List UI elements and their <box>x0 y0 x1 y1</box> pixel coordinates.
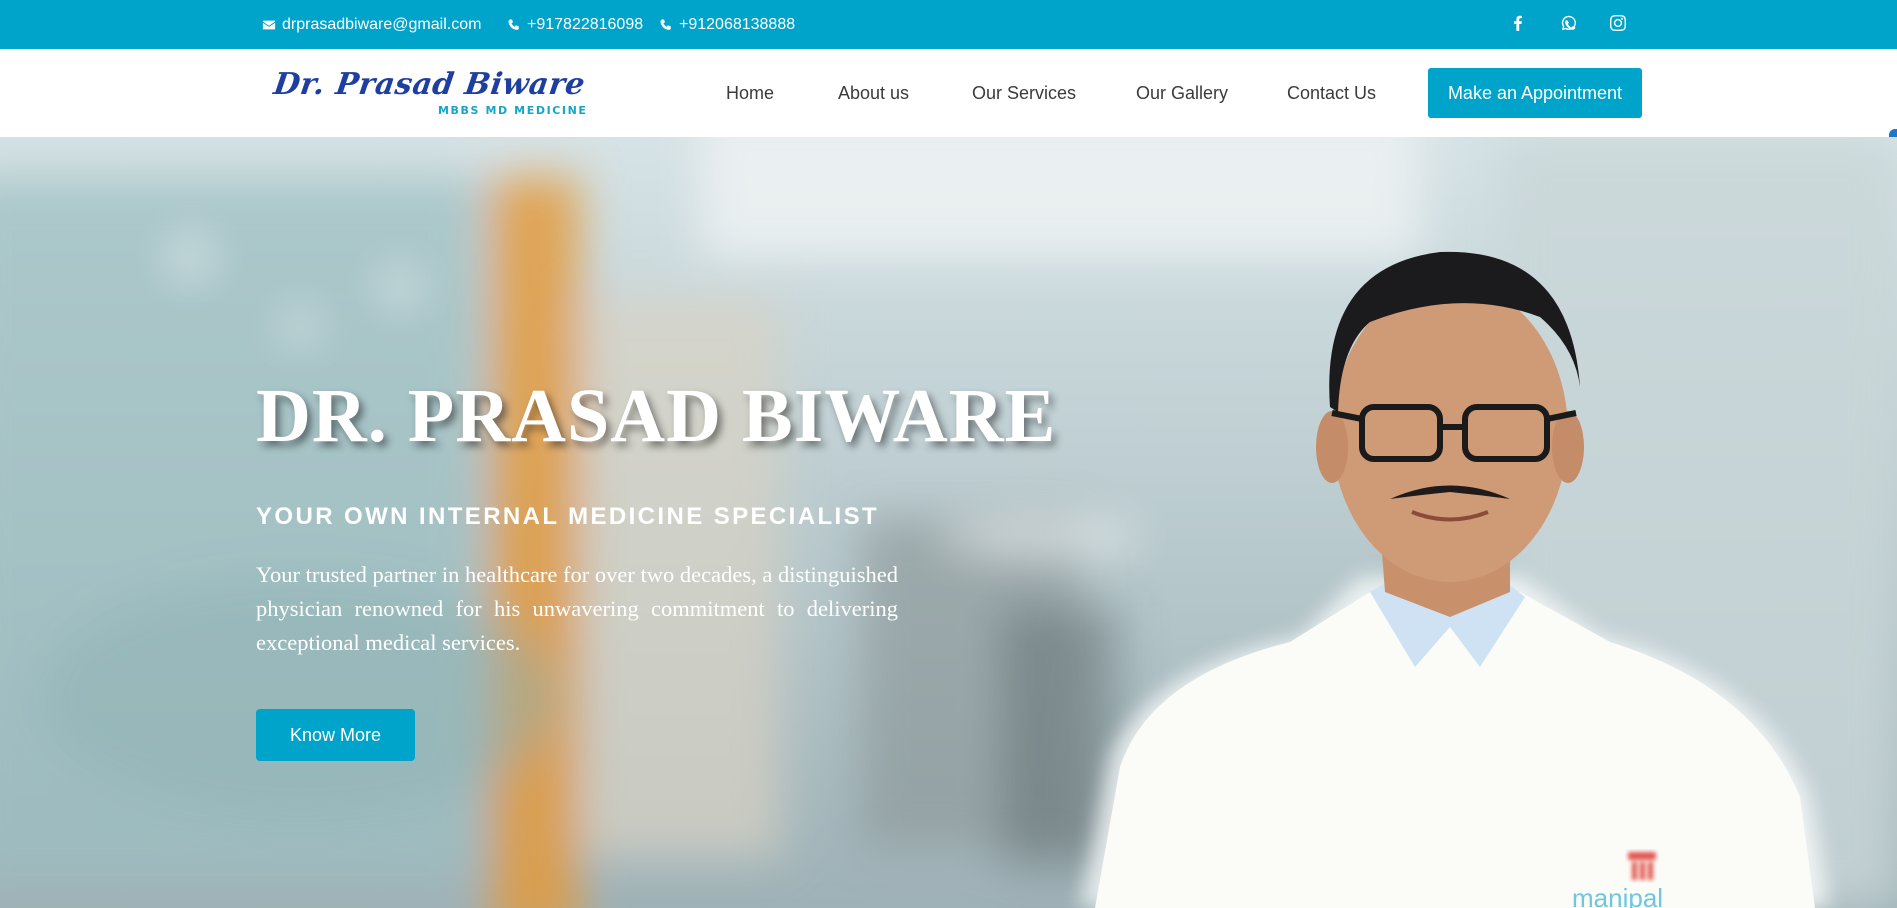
instagram-icon <box>1610 14 1626 31</box>
hero-subtitle: YOUR OWN INTERNAL MEDICINE SPECIALIST <box>256 503 880 530</box>
envelope-icon <box>262 20 276 29</box>
logo-name: Dr. Prasad Biware <box>271 67 588 102</box>
email-text[interactable]: drprasadbiware@gmail.com <box>282 16 481 34</box>
logo-subtitle: MBBS MD MEDICINE <box>438 104 588 117</box>
facebook-link[interactable] <box>1508 0 1528 45</box>
nav-our-gallery[interactable]: Our Gallery <box>1136 49 1228 137</box>
phone-contact-2[interactable]: +912068138888 <box>659 0 795 49</box>
doctor-portrait-image: manipal <box>1080 251 1830 908</box>
top-contact-bar: drprasadbiware@gmail.com +917822816098 +… <box>0 0 1897 49</box>
email-contact[interactable]: drprasadbiware@gmail.com <box>262 0 481 49</box>
hero-section: manipal DR. PRASAD BIWARE YOUR OWN INTER… <box>0 137 1897 908</box>
phone-text-1[interactable]: +917822816098 <box>527 16 643 34</box>
main-navbar: Dr. Prasad Biware MBBS MD MEDICINE Home … <box>0 49 1897 189</box>
nav-about-us[interactable]: About us <box>838 49 909 137</box>
whatsapp-link[interactable] <box>1559 0 1579 45</box>
nav-our-services[interactable]: Our Services <box>972 49 1076 137</box>
phone-icon <box>660 18 671 30</box>
phone-contact-1[interactable]: +917822816098 <box>507 0 643 49</box>
hero-title: DR. PRASAD BIWARE <box>256 374 1057 458</box>
facebook-icon <box>1514 15 1522 31</box>
phone-icon <box>508 18 519 30</box>
nav-home[interactable]: Home <box>726 49 774 137</box>
whatsapp-icon <box>1561 15 1576 30</box>
site-logo[interactable]: Dr. Prasad Biware MBBS MD MEDICINE <box>271 67 604 123</box>
hero-description: Your trusted partner in healthcare for o… <box>256 562 898 655</box>
coat-logo-text: manipal <box>1572 883 1663 908</box>
instagram-link[interactable] <box>1608 0 1628 45</box>
know-more-button[interactable]: Know More <box>256 709 415 761</box>
make-appointment-button[interactable]: Make an Appointment <box>1428 68 1642 118</box>
phone-text-2[interactable]: +912068138888 <box>679 16 795 34</box>
nav-contact-us[interactable]: Contact Us <box>1287 49 1376 137</box>
